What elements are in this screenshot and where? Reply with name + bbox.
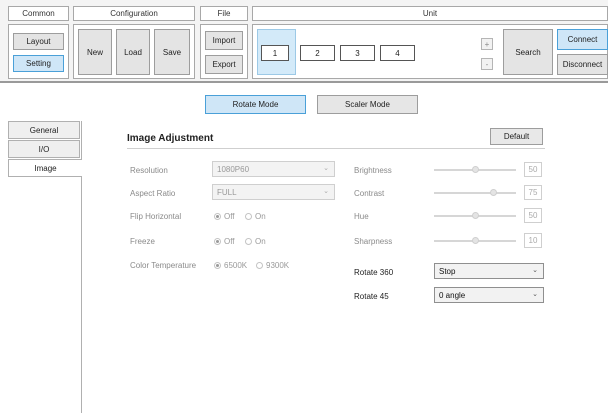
- tab-image[interactable]: Image: [8, 159, 82, 177]
- add-unit-button[interactable]: +: [481, 38, 493, 50]
- unit-3-button[interactable]: 3: [340, 45, 375, 61]
- search-button[interactable]: Search: [503, 29, 553, 75]
- new-button[interactable]: New: [78, 29, 112, 75]
- tab-panel-divider-top: [81, 121, 82, 159]
- resolution-label: Resolution: [130, 166, 168, 175]
- tab-io[interactable]: I/O: [8, 140, 80, 158]
- brightness-label: Brightness: [354, 166, 392, 175]
- radio-selected-icon: [214, 213, 221, 220]
- panel-title: Image Adjustment: [127, 133, 214, 144]
- sharpness-label: Sharpness: [354, 237, 393, 246]
- layout-button[interactable]: Layout: [13, 33, 64, 50]
- flip-horizontal-label: Flip Horizontal: [130, 212, 182, 221]
- contrast-value[interactable]: 75: [524, 185, 542, 200]
- common-group: Layout Setting: [8, 24, 69, 79]
- freeze-off-label: Off: [224, 237, 235, 246]
- hue-slider[interactable]: [434, 211, 516, 221]
- rotate-360-select[interactable]: Stop ⌄: [434, 263, 544, 279]
- flip-on-label: On: [255, 212, 266, 221]
- slider-thumb[interactable]: [472, 237, 479, 244]
- contrast-label: Contrast: [354, 189, 385, 198]
- rotate-45-select[interactable]: 0 angle ⌄: [434, 287, 544, 303]
- rotate-45-value: 0 angle: [439, 290, 466, 300]
- flip-off-radio[interactable]: Off: [214, 212, 235, 221]
- hue-label: Hue: [354, 212, 369, 221]
- file-group: Import Export: [200, 24, 248, 79]
- freeze-on-radio[interactable]: On: [245, 237, 266, 246]
- sharpness-value[interactable]: 10: [524, 233, 542, 248]
- color-temperature-label: Color Temperature: [130, 261, 197, 270]
- freeze-off-radio[interactable]: Off: [214, 237, 235, 246]
- scaler-mode-button[interactable]: Scaler Mode: [317, 95, 418, 114]
- configuration-group-title: Configuration: [73, 6, 195, 21]
- resolution-value: 1080P60: [217, 164, 250, 174]
- tab-general[interactable]: General: [8, 121, 80, 139]
- remove-unit-button[interactable]: -: [481, 58, 493, 70]
- sharpness-slider[interactable]: [434, 236, 516, 246]
- slider-thumb[interactable]: [490, 189, 497, 196]
- file-group-title: File: [200, 6, 248, 21]
- slider-thumb[interactable]: [472, 166, 479, 173]
- resolution-select[interactable]: 1080P60 ⌄: [212, 161, 335, 177]
- save-button[interactable]: Save: [154, 29, 190, 75]
- unit-4-button[interactable]: 4: [380, 45, 415, 61]
- aspect-ratio-label: Aspect Ratio: [130, 189, 176, 198]
- freeze-label: Freeze: [130, 237, 155, 246]
- radio-unselected-icon: [245, 238, 252, 245]
- common-group-title: Common: [8, 6, 69, 21]
- unit-2-button[interactable]: 2: [300, 45, 335, 61]
- tab-panel-divider: [81, 177, 82, 413]
- brightness-value[interactable]: 50: [524, 162, 542, 177]
- temp-9300k-label: 9300K: [266, 261, 290, 270]
- temp-6500k-label: 6500K: [224, 261, 248, 270]
- top-toolbar: Common Layout Setting Configuration New …: [0, 0, 608, 83]
- chevron-down-icon: ⌄: [532, 291, 538, 298]
- title-underline: [127, 148, 545, 149]
- default-button[interactable]: Default: [490, 128, 543, 145]
- unit-1-button[interactable]: 1: [261, 45, 289, 61]
- flip-off-label: Off: [224, 212, 235, 221]
- brightness-slider[interactable]: [434, 165, 516, 175]
- rotate-mode-button[interactable]: Rotate Mode: [205, 95, 306, 114]
- contrast-slider[interactable]: [434, 188, 516, 198]
- slider-thumb[interactable]: [472, 212, 479, 219]
- rotate-45-label: Rotate 45: [354, 292, 389, 301]
- rotate-360-value: Stop: [439, 266, 456, 276]
- unit-group-title: Unit: [252, 6, 608, 21]
- hue-value[interactable]: 50: [524, 208, 542, 223]
- radio-unselected-icon: [245, 213, 252, 220]
- chevron-down-icon: ⌄: [532, 267, 538, 274]
- radio-unselected-icon: [256, 262, 263, 269]
- temp-9300k-radio[interactable]: 9300K: [256, 261, 289, 270]
- configuration-group: New Load Save: [73, 24, 195, 79]
- export-button[interactable]: Export: [205, 55, 243, 74]
- rotate-360-label: Rotate 360: [354, 268, 394, 277]
- flip-on-radio[interactable]: On: [245, 212, 266, 221]
- freeze-on-label: On: [255, 237, 266, 246]
- chevron-down-icon: ⌄: [323, 165, 329, 172]
- setting-button[interactable]: Setting: [13, 55, 64, 72]
- radio-selected-icon: [214, 238, 221, 245]
- temp-6500k-radio[interactable]: 6500K: [214, 261, 247, 270]
- aspect-ratio-select[interactable]: FULL ⌄: [212, 184, 335, 200]
- disconnect-button[interactable]: Disconnect: [557, 54, 608, 75]
- radio-selected-icon: [214, 262, 221, 269]
- slider-track: [434, 192, 516, 194]
- aspect-ratio-value: FULL: [217, 187, 237, 197]
- load-button[interactable]: Load: [116, 29, 150, 75]
- connect-button[interactable]: Connect: [557, 29, 608, 50]
- import-button[interactable]: Import: [205, 31, 243, 50]
- chevron-down-icon: ⌄: [323, 188, 329, 195]
